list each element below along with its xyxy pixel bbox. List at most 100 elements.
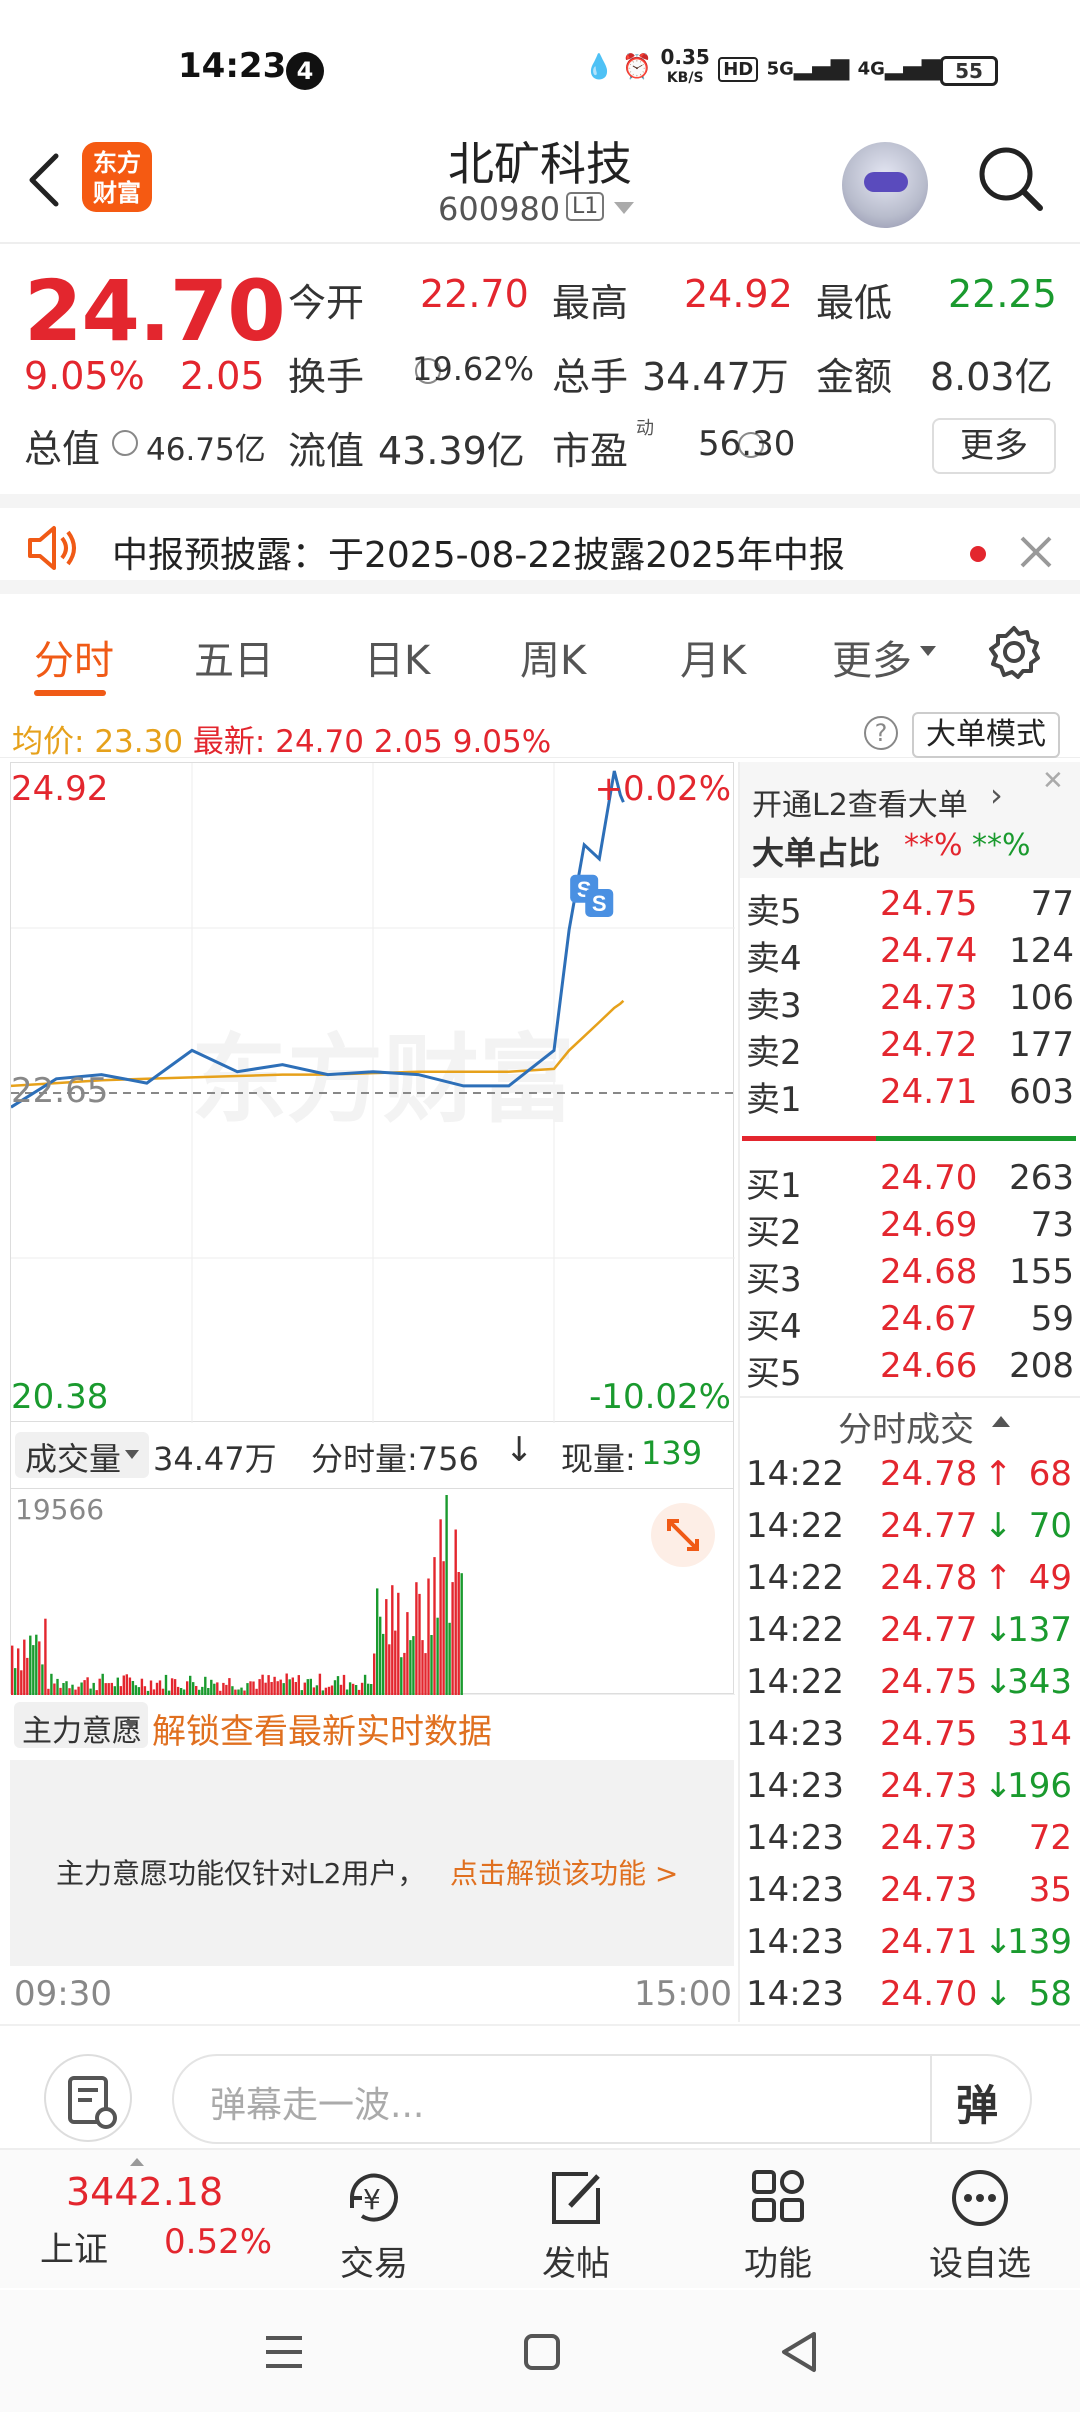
nav-post[interactable]: 发帖	[476, 2150, 676, 2290]
index-value: 3442.18	[66, 2170, 224, 2214]
trade-row: 14:23 24.75 314	[740, 1714, 1080, 1762]
back-triangle-icon[interactable]	[778, 2330, 818, 2374]
volume-chart[interactable]: 19566	[10, 1488, 735, 1696]
chevron-up-icon[interactable]	[992, 1416, 1010, 1427]
volume-bar	[14, 1668, 17, 1695]
tab-intraday[interactable]: 分时	[34, 628, 114, 686]
more-button[interactable]: 更多	[932, 418, 1056, 474]
chevron-up-icon	[130, 2158, 144, 2166]
ask-label: 卖2	[746, 1033, 802, 1073]
bid-price: 24.66	[880, 1346, 978, 1386]
nav-function[interactable]: 功能	[678, 2150, 878, 2290]
avg-label: 均价:	[12, 724, 85, 760]
price-summary: 均价: 23.30 最新: 24.70 2.05 9.05%	[12, 716, 551, 761]
expand-button[interactable]	[651, 1503, 715, 1567]
trade-volume: 35	[1028, 1870, 1072, 1910]
trades-header[interactable]: 分时成交	[838, 1402, 974, 1451]
float-cap-value: 43.39亿	[378, 429, 525, 473]
index-name: 上证	[40, 2230, 108, 2270]
level-badge[interactable]: L1	[566, 192, 605, 221]
pe-value: 56.30	[698, 424, 796, 464]
volume-bar	[430, 1635, 433, 1695]
open-value: 22.70	[420, 272, 529, 316]
chevron-down-icon[interactable]	[920, 646, 936, 656]
intraday-chart-svg: 东方财富 SS	[11, 763, 735, 1423]
volume-bar	[20, 1670, 23, 1695]
trade-row: 14:22 24.77 ↓ 70	[740, 1506, 1080, 1554]
volume-bar	[442, 1561, 445, 1695]
home-square-icon[interactable]	[522, 2332, 562, 2372]
trade-volume: 343	[1007, 1662, 1072, 1702]
divider	[930, 2056, 932, 2142]
volume-bar	[17, 1648, 20, 1695]
avg-value: 23.30	[94, 724, 184, 760]
volume-bar	[50, 1673, 53, 1695]
tick-volume: 分时量:756	[311, 1440, 479, 1478]
l2-link[interactable]: 开通L2查看大单	[752, 780, 968, 824]
tab-more[interactable]: 更多	[832, 628, 912, 686]
trade-price: 24.73	[880, 1818, 978, 1858]
turnover-label: 换手	[288, 355, 365, 399]
signal-bars-icon-2: ▂▄▆	[884, 52, 941, 81]
gear-icon[interactable]	[986, 624, 1042, 680]
notes-button[interactable]	[44, 2054, 132, 2142]
y-axis-mid: 22.65	[11, 1071, 109, 1111]
notice-bar[interactable]: 中报预披露：于2025-08-22披露2025年中报	[0, 494, 1080, 594]
amount-label: 金额	[816, 355, 893, 399]
volume-bar	[131, 1681, 135, 1695]
info-icon[interactable]	[112, 430, 138, 456]
trade-yuan-icon: ¥	[349, 2173, 398, 2222]
tab-monthly-k[interactable]: 月K	[680, 628, 746, 686]
big-order-mode-button[interactable]: 大单模式	[912, 712, 1060, 758]
bid-row: 买3 24.68 155	[740, 1252, 1080, 1300]
volume-bar	[279, 1679, 282, 1695]
volume-bar	[26, 1657, 29, 1695]
volume-bar	[457, 1572, 460, 1695]
bid-volume: 263	[1009, 1158, 1074, 1198]
volume-bar	[379, 1616, 382, 1695]
help-icon[interactable]: ?	[864, 716, 898, 750]
volume-bar	[288, 1679, 291, 1695]
svg-text:¥: ¥	[363, 2183, 381, 2216]
pe-label: 市盈	[552, 429, 629, 473]
sell-marker[interactable]: S	[585, 888, 614, 917]
bid-label: 买3	[746, 1260, 802, 1300]
ai-assistant-robot-icon[interactable]	[842, 142, 928, 228]
bid-label: 买5	[746, 1354, 802, 1394]
bid-volume: 208	[1009, 1346, 1074, 1386]
unlock-link[interactable]: 解锁查看最新实时数据	[152, 1704, 492, 1753]
tab-weekly-k[interactable]: 周K	[520, 628, 586, 686]
intraday-chart[interactable]: 东方财富 SS 24.92 +0.02% 22.65 20.38 -10.02%	[10, 762, 735, 1423]
tab-five-day[interactable]: 五日	[194, 628, 274, 686]
unlock-feature-link[interactable]: 点击解锁该功能 >	[450, 1852, 678, 1892]
nav-trade[interactable]: ¥ 交易	[274, 2150, 474, 2290]
l2-promo[interactable]: 开通L2查看大单 › ✕ 大单占比 **% **%	[740, 762, 1080, 878]
trade-row: 14:22 24.78 ↑ 68	[740, 1454, 1080, 1502]
search-icon[interactable]	[976, 144, 1046, 214]
close-icon[interactable]: ✕	[1042, 766, 1064, 796]
menu-icon[interactable]	[262, 2334, 306, 2370]
close-icon[interactable]	[1018, 534, 1054, 570]
trade-time: 14:23	[746, 1766, 844, 1806]
chevron-down-icon[interactable]	[124, 1720, 138, 1729]
notes-settings-icon	[68, 2076, 117, 2129]
trade-row: 14:23 24.70 ↓ 58	[740, 1974, 1080, 2022]
danmu-toggle[interactable]: 弹	[956, 2072, 998, 2133]
nav-watchlist[interactable]: 设自选	[880, 2150, 1080, 2290]
volume-bar	[249, 1681, 252, 1695]
chevron-down-icon[interactable]	[614, 202, 634, 214]
volume-bar	[403, 1652, 406, 1695]
danmu-input[interactable]: 弹幕走一波... 弹	[172, 2054, 1032, 2144]
bid-volume: 73	[1030, 1205, 1074, 1245]
tab-daily-k[interactable]: 日K	[364, 628, 430, 686]
trade-row: 14:22 24.75 ↓ 343	[740, 1662, 1080, 1710]
price-summary-line: 均价: 23.30 最新: 24.70 2.05 9.05% ? 大单模式	[0, 708, 1080, 761]
turnover-value: 19.62%	[412, 350, 535, 388]
index-widget[interactable]: 3442.18 上证 0.52%	[0, 2150, 272, 2290]
chevron-down-icon[interactable]	[125, 1450, 139, 1459]
trade-row: 14:23 24.73 ↓ 196	[740, 1766, 1080, 1814]
speaker-icon	[28, 526, 76, 570]
chevron-right-icon: ›	[990, 776, 1003, 814]
volume-bar	[258, 1679, 261, 1695]
high-value: 24.92	[684, 272, 793, 316]
